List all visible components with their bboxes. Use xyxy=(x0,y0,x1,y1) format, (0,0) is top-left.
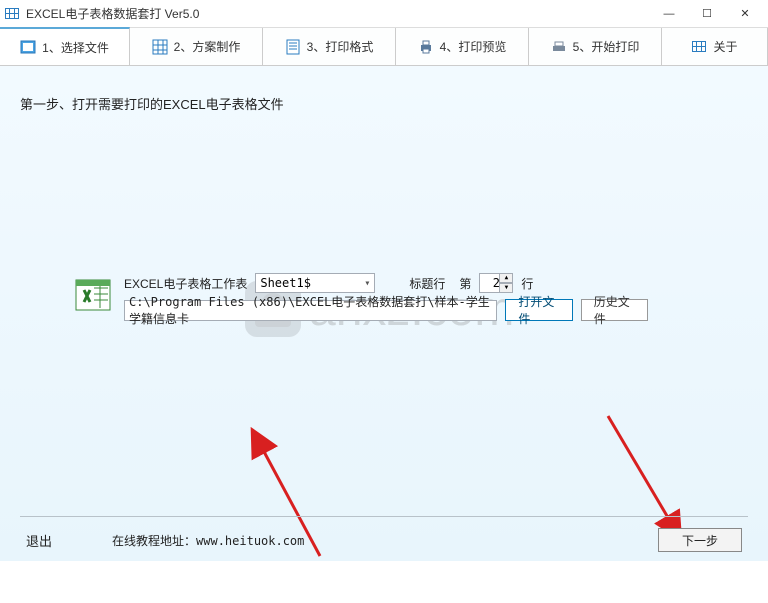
history-file-label: 历史文件 xyxy=(594,293,635,327)
footer: 退出 在线教程地址：www.heituok.com 下一步 xyxy=(0,525,768,555)
row-prefix: 第 xyxy=(459,275,471,292)
path-row: C:\Program Files (x86)\EXCEL电子表格数据套打\样本-… xyxy=(124,298,648,322)
spin-down-icon[interactable]: ▼ xyxy=(499,283,513,293)
spin-buttons[interactable]: ▲▼ xyxy=(499,273,513,293)
step-title: 第一步、打开需要打印的EXCEL电子表格文件 xyxy=(20,94,284,113)
path-value: C:\Program Files (x86)\EXCEL电子表格数据套打\样本-… xyxy=(129,293,492,327)
tab-about[interactable]: 关于 xyxy=(662,28,768,65)
tutorial-link[interactable]: 在线教程地址：www.heituok.com xyxy=(112,532,304,549)
tab-label: 5、开始打印 xyxy=(573,38,640,55)
tab-start-print[interactable]: 5、开始打印 xyxy=(529,28,662,65)
tab-select-file[interactable]: 1、选择文件 xyxy=(0,27,130,65)
spin-up-icon[interactable]: ▲ xyxy=(499,273,513,283)
tab-label: 关于 xyxy=(713,38,737,55)
window-controls: — ☐ ✕ xyxy=(650,3,764,25)
close-button[interactable]: ✕ xyxy=(726,3,764,25)
next-label: 下一步 xyxy=(682,532,718,549)
start-print-icon xyxy=(551,39,567,55)
tab-label: 2、方案制作 xyxy=(174,38,241,55)
annotation-arrow-2 xyxy=(598,406,688,539)
worksheet-label: EXCEL电子表格工作表 xyxy=(124,275,247,292)
sheet-select[interactable]: Sheet1$ xyxy=(255,273,375,293)
excel-icon xyxy=(74,276,112,314)
tab-label: 4、打印预览 xyxy=(440,38,507,55)
maximize-button[interactable]: ☐ xyxy=(688,3,726,25)
content-area: 第一步、打开需要打印的EXCEL电子表格文件 anxz.com EXCEL电子表… xyxy=(0,66,768,561)
scheme-icon xyxy=(152,39,168,55)
about-icon xyxy=(691,39,707,55)
file-path-input[interactable]: C:\Program Files (x86)\EXCEL电子表格数据套打\样本-… xyxy=(124,300,497,321)
tab-label: 1、选择文件 xyxy=(42,39,109,56)
tab-print-format[interactable]: 3、打印格式 xyxy=(263,28,396,65)
app-icon xyxy=(4,6,20,22)
sheet-value: Sheet1$ xyxy=(260,276,311,290)
exit-button[interactable]: 退出 xyxy=(26,531,52,550)
next-button[interactable]: 下一步 xyxy=(658,528,742,552)
printer-icon xyxy=(418,39,434,55)
open-file-button[interactable]: 打开文件 xyxy=(505,299,572,321)
row-number-input[interactable]: 2 ▲▼ xyxy=(479,273,513,293)
row-suffix: 行 xyxy=(521,275,533,292)
worksheet-row: EXCEL电子表格工作表 Sheet1$ 标题行 第 2 ▲▼ 行 xyxy=(124,272,533,294)
minimize-button[interactable]: — xyxy=(650,3,688,25)
select-file-icon xyxy=(20,39,36,55)
footer-separator xyxy=(20,516,748,517)
window-title: EXCEL电子表格数据套打 Ver5.0 xyxy=(26,5,650,22)
format-icon xyxy=(285,39,301,55)
toolbar: 1、选择文件 2、方案制作 3、打印格式 4、打印预览 5、开始打印 关于 xyxy=(0,28,768,66)
history-file-button[interactable]: 历史文件 xyxy=(581,299,648,321)
titlebar: EXCEL电子表格数据套打 Ver5.0 — ☐ ✕ xyxy=(0,0,768,28)
tab-label: 3、打印格式 xyxy=(307,38,374,55)
tab-scheme[interactable]: 2、方案制作 xyxy=(130,28,263,65)
title-row-label: 标题行 xyxy=(409,275,445,292)
tab-print-preview[interactable]: 4、打印预览 xyxy=(396,28,529,65)
open-file-label: 打开文件 xyxy=(518,293,559,327)
